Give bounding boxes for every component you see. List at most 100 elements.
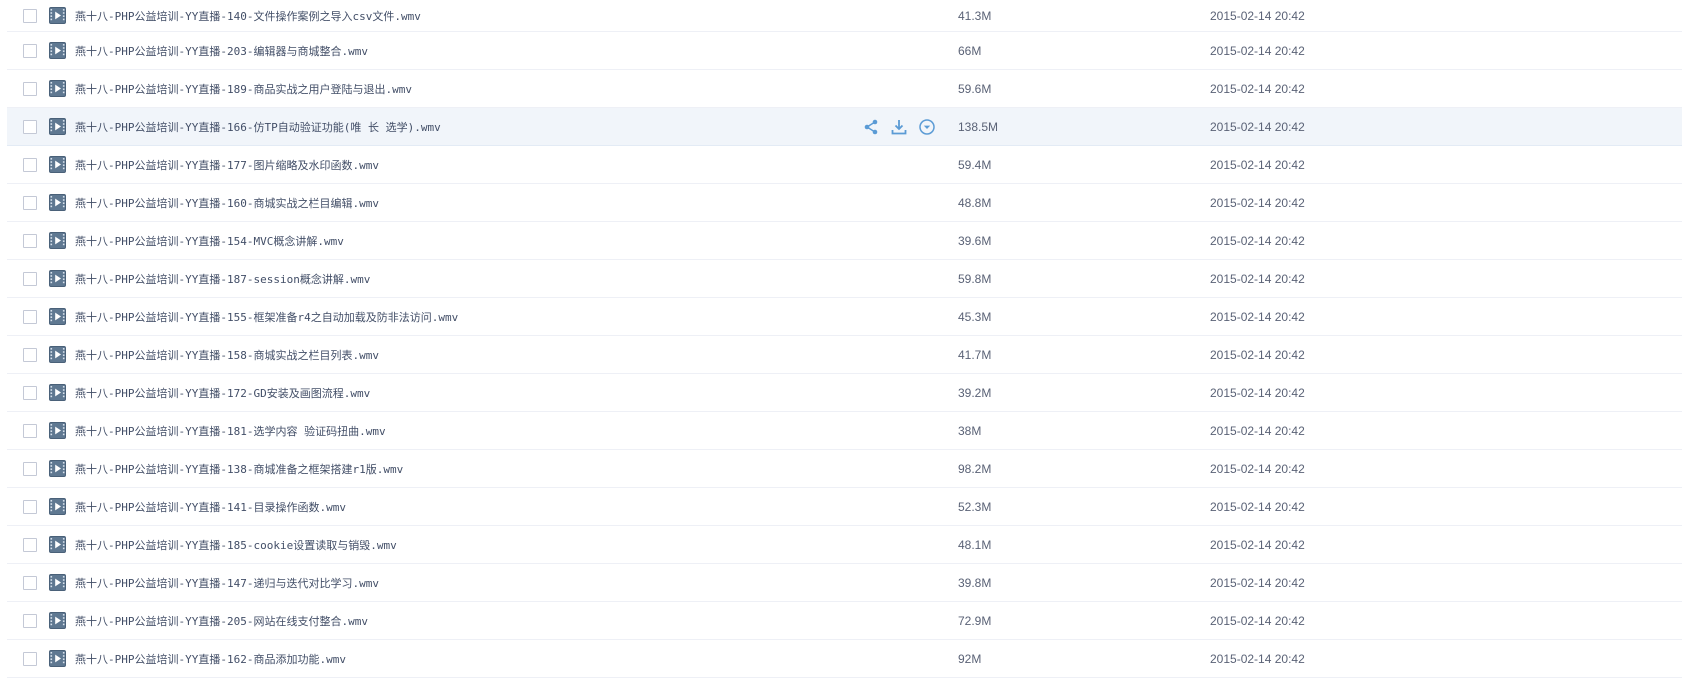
file-modified-time: 2015-02-14 20:42 xyxy=(1210,385,1305,400)
file-row[interactable]: 燕十八-PHP公益培训-YY直播-205-网站在线支付整合.wmv 72.9M … xyxy=(7,602,1682,640)
file-row[interactable]: 燕十八-PHP公益培训-YY直播-155-框架准备r4之自动加载及防非法访问.w… xyxy=(7,298,1682,336)
file-size: 66M xyxy=(958,43,982,58)
file-row[interactable]: 燕十八-PHP公益培训-YY直播-203-编辑器与商城整合.wmv 66M 20… xyxy=(7,32,1682,70)
row-checkbox[interactable] xyxy=(23,157,37,172)
file-size: 39.6M xyxy=(958,233,992,248)
row-checkbox[interactable] xyxy=(23,613,37,628)
row-checkbox[interactable] xyxy=(23,385,37,400)
row-checkbox[interactable] xyxy=(23,309,37,324)
row-checkbox[interactable] xyxy=(23,575,37,590)
row-checkbox[interactable] xyxy=(23,119,37,134)
file-row[interactable]: 燕十八-PHP公益培训-YY直播-158-商城实战之栏目列表.wmv 41.7M… xyxy=(7,336,1682,374)
row-checkbox[interactable] xyxy=(23,43,37,58)
file-name-link[interactable]: 燕十八-PHP公益培训-YY直播-162-商品添加功能.wmv xyxy=(75,651,346,667)
row-checkbox[interactable] xyxy=(23,499,37,514)
file-name-link[interactable]: 燕十八-PHP公益培训-YY直播-187-session概念讲解.wmv xyxy=(75,271,370,287)
file-name-link[interactable]: 燕十八-PHP公益培训-YY直播-172-GD安装及画图流程.wmv xyxy=(75,385,370,401)
file-row[interactable]: 燕十八-PHP公益培训-YY直播-181-选学内容 验证码扭曲.wmv 38M … xyxy=(7,412,1682,450)
file-name-link[interactable]: 燕十八-PHP公益培训-YY直播-203-编辑器与商城整合.wmv xyxy=(75,43,368,59)
video-file-icon[interactable] xyxy=(49,345,66,363)
video-file-icon[interactable] xyxy=(49,231,66,249)
file-size: 48.8M xyxy=(958,195,992,210)
row-checkbox[interactable] xyxy=(23,537,37,552)
file-modified-time: 2015-02-14 20:42 xyxy=(1210,461,1305,476)
video-file-icon[interactable] xyxy=(49,383,66,401)
file-size: 38M xyxy=(958,423,982,438)
file-name-link[interactable]: 燕十八-PHP公益培训-YY直播-205-网站在线支付整合.wmv xyxy=(75,613,368,629)
file-name-link[interactable]: 燕十八-PHP公益培训-YY直播-147-递归与迭代对比学习.wmv xyxy=(75,575,379,591)
file-size: 41.3M xyxy=(958,8,992,23)
file-size: 72.9M xyxy=(958,613,992,628)
row-checkbox[interactable] xyxy=(23,423,37,438)
file-size: 92M xyxy=(958,651,982,666)
file-list: 燕十八-PHP公益培训-YY直播-140-文件操作案例之导入csv文件.wmv xyxy=(7,0,1682,678)
row-checkbox[interactable] xyxy=(23,651,37,666)
file-size: 45.3M xyxy=(958,309,992,324)
video-file-icon[interactable] xyxy=(49,421,66,439)
video-file-icon[interactable] xyxy=(49,649,66,667)
file-name-link[interactable]: 燕十八-PHP公益培训-YY直播-189-商品实战之用户登陆与退出.wmv xyxy=(75,81,412,97)
file-modified-time: 2015-02-14 20:42 xyxy=(1210,81,1305,96)
file-row[interactable]: 燕十八-PHP公益培训-YY直播-138-商城准备之框架搭建r1版.wmv 98… xyxy=(7,450,1682,488)
row-checkbox[interactable] xyxy=(23,195,37,210)
video-file-icon[interactable] xyxy=(49,79,66,97)
file-modified-time: 2015-02-14 20:42 xyxy=(1210,499,1305,514)
row-checkbox[interactable] xyxy=(23,347,37,362)
file-row[interactable]: 燕十八-PHP公益培训-YY直播-177-图片缩略及水印函数.wmv 59.4M… xyxy=(7,146,1682,184)
file-name-link[interactable]: 燕十八-PHP公益培训-YY直播-154-MVC概念讲解.wmv xyxy=(75,233,344,249)
row-checkbox[interactable] xyxy=(23,271,37,286)
video-file-icon[interactable] xyxy=(49,41,66,59)
file-row[interactable]: 燕十八-PHP公益培训-YY直播-172-GD安装及画图流程.wmv 39.2M… xyxy=(7,374,1682,412)
chevron-down-circle-icon[interactable] xyxy=(918,118,936,136)
file-row[interactable]: 燕十八-PHP公益培训-YY直播-162-商品添加功能.wmv 92M 2015… xyxy=(7,640,1682,678)
download-icon[interactable] xyxy=(890,118,908,136)
row-checkbox[interactable] xyxy=(23,8,37,23)
file-modified-time: 2015-02-14 20:42 xyxy=(1210,347,1305,362)
file-row[interactable]: 燕十八-PHP公益培训-YY直播-154-MVC概念讲解.wmv 39.6M 2… xyxy=(7,222,1682,260)
file-name-link[interactable]: 燕十八-PHP公益培训-YY直播-181-选学内容 验证码扭曲.wmv xyxy=(75,423,386,439)
file-row[interactable]: 燕十八-PHP公益培训-YY直播-147-递归与迭代对比学习.wmv 39.8M… xyxy=(7,564,1682,602)
video-file-icon[interactable] xyxy=(49,535,66,553)
file-row[interactable]: 燕十八-PHP公益培训-YY直播-141-目录操作函数.wmv 52.3M 20… xyxy=(7,488,1682,526)
video-file-icon[interactable] xyxy=(49,193,66,211)
video-file-icon[interactable] xyxy=(49,6,66,24)
file-size: 138.5M xyxy=(958,119,999,134)
file-name-link[interactable]: 燕十八-PHP公益培训-YY直播-177-图片缩略及水印函数.wmv xyxy=(75,157,379,173)
file-name-link[interactable]: 燕十八-PHP公益培训-YY直播-138-商城准备之框架搭建r1版.wmv xyxy=(75,461,403,477)
file-row[interactable]: 燕十八-PHP公益培训-YY直播-185-cookie设置读取与销毁.wmv 4… xyxy=(7,526,1682,564)
video-file-icon[interactable] xyxy=(49,155,66,173)
video-file-icon[interactable] xyxy=(49,307,66,325)
row-checkbox[interactable] xyxy=(23,233,37,248)
file-size: 98.2M xyxy=(958,461,992,476)
file-name-link[interactable]: 燕十八-PHP公益培训-YY直播-185-cookie设置读取与销毁.wmv xyxy=(75,537,397,553)
video-file-icon[interactable] xyxy=(49,611,66,629)
file-modified-time: 2015-02-14 20:42 xyxy=(1210,651,1305,666)
file-modified-time: 2015-02-14 20:42 xyxy=(1210,233,1305,248)
file-name-link[interactable]: 燕十八-PHP公益培训-YY直播-141-目录操作函数.wmv xyxy=(75,499,346,515)
file-size: 39.8M xyxy=(958,575,992,590)
file-row[interactable]: 燕十八-PHP公益培训-YY直播-160-商城实战之栏目编辑.wmv 48.8M… xyxy=(7,184,1682,222)
video-file-icon[interactable] xyxy=(49,459,66,477)
file-name-link[interactable]: 燕十八-PHP公益培训-YY直播-155-框架准备r4之自动加载及防非法访问.w… xyxy=(75,309,458,325)
video-file-icon[interactable] xyxy=(49,573,66,591)
share-icon[interactable] xyxy=(862,118,880,136)
file-size: 59.6M xyxy=(958,81,992,96)
file-size: 59.4M xyxy=(958,157,992,172)
file-row[interactable]: 燕十八-PHP公益培训-YY直播-189-商品实战之用户登陆与退出.wmv 59… xyxy=(7,70,1682,108)
file-name-link[interactable]: 燕十八-PHP公益培训-YY直播-160-商城实战之栏目编辑.wmv xyxy=(75,195,379,211)
video-file-icon[interactable] xyxy=(49,117,66,135)
file-row[interactable]: 燕十八-PHP公益培训-YY直播-166-仿TP自动验证功能(唯 长 选学).w… xyxy=(7,108,1682,146)
file-row[interactable]: 燕十八-PHP公益培训-YY直播-187-session概念讲解.wmv 59.… xyxy=(7,260,1682,298)
row-checkbox[interactable] xyxy=(23,81,37,96)
file-modified-time: 2015-02-14 20:42 xyxy=(1210,195,1305,210)
file-modified-time: 2015-02-14 20:42 xyxy=(1210,423,1305,438)
file-name-link[interactable]: 燕十八-PHP公益培训-YY直播-166-仿TP自动验证功能(唯 长 选学).w… xyxy=(75,119,441,135)
row-checkbox[interactable] xyxy=(23,461,37,476)
file-size: 41.7M xyxy=(958,347,992,362)
file-name-link[interactable]: 燕十八-PHP公益培训-YY直播-140-文件操作案例之导入csv文件.wmv xyxy=(75,8,421,24)
file-modified-time: 2015-02-14 20:42 xyxy=(1210,271,1305,286)
file-name-link[interactable]: 燕十八-PHP公益培训-YY直播-158-商城实战之栏目列表.wmv xyxy=(75,347,379,363)
file-row[interactable]: 燕十八-PHP公益培训-YY直播-140-文件操作案例之导入csv文件.wmv xyxy=(7,0,1682,32)
video-file-icon[interactable] xyxy=(49,269,66,287)
video-file-icon[interactable] xyxy=(49,497,66,515)
